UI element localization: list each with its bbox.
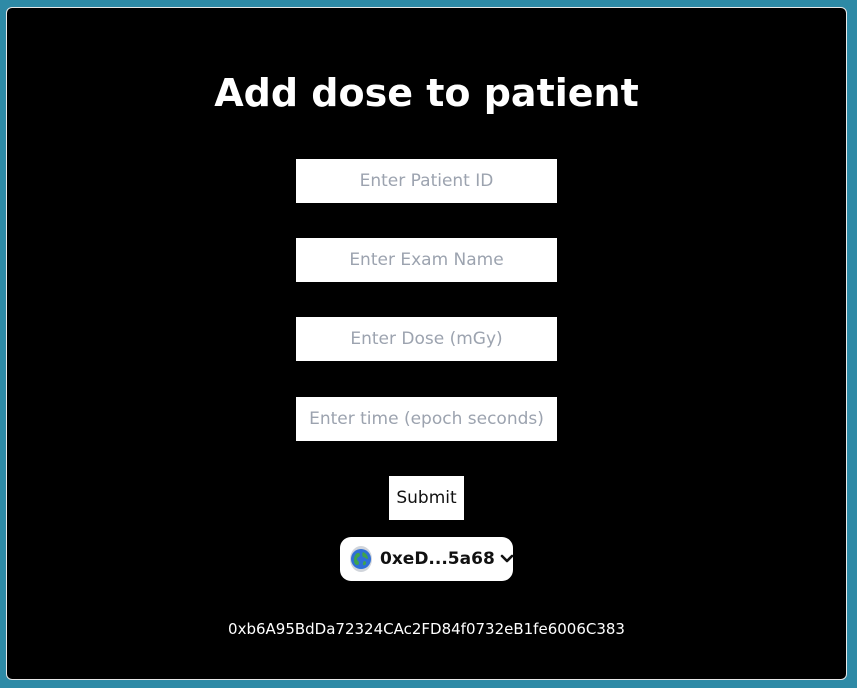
page-title: Add dose to patient — [214, 71, 639, 115]
globe-icon — [350, 546, 372, 572]
dose-input[interactable] — [296, 317, 557, 361]
submit-button[interactable]: Submit — [389, 476, 464, 520]
contract-address: 0xb6A95BdDa72324CAc2FD84f0732eB1fe6006C3… — [228, 620, 625, 638]
main-card: Add dose to patient Submit 0xeD...5a68 0… — [6, 7, 847, 680]
patient-id-input[interactable] — [296, 159, 557, 203]
wallet-account-label: 0xeD...5a68 — [380, 549, 495, 569]
chevron-down-icon — [500, 554, 514, 564]
exam-name-input[interactable] — [296, 238, 557, 282]
wallet-account-button[interactable]: 0xeD...5a68 — [340, 537, 514, 581]
time-input[interactable] — [296, 397, 557, 441]
